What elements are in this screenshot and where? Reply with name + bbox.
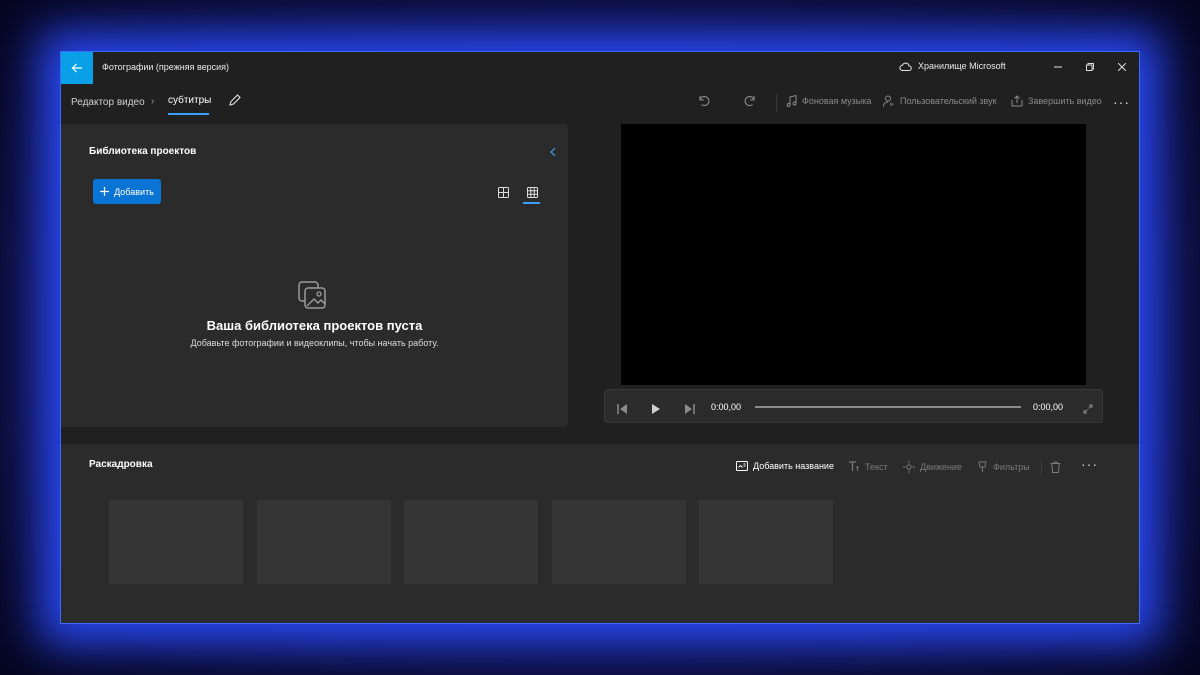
close-icon bbox=[1118, 63, 1126, 71]
storyboard-tile[interactable] bbox=[109, 500, 243, 584]
storage-label: Хранилище Microsoft bbox=[918, 61, 1006, 71]
more-icon: ··· bbox=[1113, 94, 1130, 110]
plus-icon bbox=[100, 187, 110, 196]
view-selected-indicator bbox=[523, 202, 540, 204]
custom-audio-button[interactable]: Пользовательский звук bbox=[883, 95, 997, 107]
storyboard-title: Раскадровка bbox=[89, 459, 153, 470]
empty-library-title: Ваша библиотека проектов пуста bbox=[206, 318, 423, 333]
empty-library-subtitle: Добавьте фотографии и видеоклипы, чтобы … bbox=[190, 338, 439, 348]
title-card-icon bbox=[736, 461, 748, 471]
more-icon: ··· bbox=[1081, 456, 1098, 472]
filters-icon bbox=[978, 461, 987, 472]
playback-controls: 0:00,00 0:00,00 bbox=[604, 389, 1103, 423]
grid-small-icon bbox=[497, 186, 509, 198]
play-button[interactable] bbox=[651, 401, 661, 419]
more-options-button[interactable]: ··· bbox=[1113, 94, 1130, 110]
storage-status[interactable]: Хранилище Microsoft bbox=[899, 61, 1006, 71]
trash-icon bbox=[1050, 461, 1061, 473]
total-time: 0:00,00 bbox=[1033, 402, 1064, 412]
skip-back-icon bbox=[617, 404, 627, 414]
collapse-library-button[interactable] bbox=[549, 144, 557, 162]
motion-icon bbox=[903, 461, 915, 473]
chevron-left-icon bbox=[550, 147, 556, 157]
fullscreen-button[interactable] bbox=[1083, 401, 1093, 419]
minimize-button[interactable] bbox=[1041, 56, 1075, 78]
filters-label: Фильтры bbox=[993, 462, 1030, 472]
text-label: Текст bbox=[865, 461, 888, 472]
maximize-button[interactable] bbox=[1073, 56, 1107, 78]
cloud-icon bbox=[899, 62, 912, 71]
text-icon bbox=[849, 461, 859, 471]
title-bar: Фотографии (прежняя версия) Хранилище Mi… bbox=[61, 52, 1139, 84]
toolbar-divider bbox=[776, 94, 777, 112]
person-audio-icon bbox=[883, 95, 894, 107]
custom-audio-label: Пользовательский звук bbox=[900, 96, 997, 106]
music-icon bbox=[786, 95, 797, 107]
minimize-icon bbox=[1054, 66, 1062, 68]
storyboard-more-button[interactable]: ··· bbox=[1081, 456, 1098, 472]
empty-library-icon bbox=[296, 279, 328, 316]
finish-video-label: Завершить видео bbox=[1028, 96, 1102, 106]
back-arrow-icon bbox=[71, 63, 82, 73]
small-thumbnails-button[interactable] bbox=[524, 184, 540, 200]
storyboard-tile[interactable] bbox=[551, 500, 686, 584]
current-time: 0:00,00 bbox=[711, 402, 742, 412]
filters-button[interactable]: Фильтры bbox=[977, 461, 1030, 473]
breadcrumb-underline bbox=[168, 113, 209, 115]
breadcrumb-parent[interactable]: Редактор видео bbox=[71, 97, 145, 108]
storyboard-tile[interactable] bbox=[256, 500, 391, 584]
grid-large-icon bbox=[526, 186, 538, 198]
library-title: Библиотека проектов bbox=[89, 146, 197, 157]
fullscreen-icon bbox=[1083, 404, 1093, 414]
motion-label: Движение bbox=[920, 462, 962, 472]
redo-icon bbox=[744, 96, 755, 107]
play-icon bbox=[652, 404, 660, 414]
skip-forward-icon bbox=[685, 404, 695, 414]
app-title: Фотографии (прежняя версия) bbox=[102, 62, 230, 72]
breadcrumb-current[interactable]: субтитры bbox=[168, 95, 211, 106]
close-button[interactable] bbox=[1105, 56, 1139, 78]
breadcrumb-separator: › bbox=[151, 96, 155, 107]
undo-button[interactable] bbox=[697, 94, 710, 112]
add-title-card-button[interactable]: Добавить название bbox=[736, 461, 834, 471]
photos-stack-icon bbox=[298, 281, 326, 309]
motion-button[interactable]: Движение bbox=[903, 461, 962, 473]
storyboard-tile[interactable] bbox=[699, 500, 833, 584]
large-thumbnails-button[interactable] bbox=[495, 184, 511, 200]
share-icon bbox=[1011, 95, 1023, 107]
background-music-button[interactable]: Фоновая музыка bbox=[786, 95, 871, 107]
video-preview bbox=[621, 124, 1086, 385]
app-window: Фотографии (прежняя версия) Хранилище Mi… bbox=[61, 52, 1139, 623]
add-media-button[interactable]: Добавить bbox=[93, 179, 161, 204]
previous-frame-button[interactable] bbox=[617, 401, 628, 419]
back-button[interactable] bbox=[61, 52, 93, 84]
pencil-icon bbox=[229, 94, 241, 106]
finish-video-button[interactable]: Завершить видео bbox=[1011, 95, 1102, 107]
project-library-panel: Библиотека проектов Добавить Ваша библио… bbox=[61, 124, 568, 427]
undo-icon bbox=[699, 96, 710, 107]
add-title-card-label: Добавить название bbox=[753, 461, 834, 471]
delete-button[interactable] bbox=[1050, 461, 1061, 473]
storyboard-tile[interactable] bbox=[404, 500, 538, 584]
rename-button[interactable] bbox=[228, 94, 241, 112]
add-media-label: Добавить bbox=[114, 186, 154, 197]
text-button[interactable]: Текст bbox=[848, 461, 888, 472]
maximize-icon bbox=[1086, 63, 1094, 71]
storyboard-divider bbox=[1041, 458, 1042, 476]
storyboard-panel: Раскадровка Добавить название Текст Движ… bbox=[61, 444, 1139, 623]
redo-button[interactable] bbox=[744, 94, 757, 112]
editor-toolbar: Редактор видео › субтитры Фоновая музыка… bbox=[61, 84, 1139, 122]
next-frame-button[interactable] bbox=[684, 401, 695, 419]
seek-bar[interactable] bbox=[755, 406, 1021, 408]
background-music-label: Фоновая музыка bbox=[802, 96, 872, 106]
